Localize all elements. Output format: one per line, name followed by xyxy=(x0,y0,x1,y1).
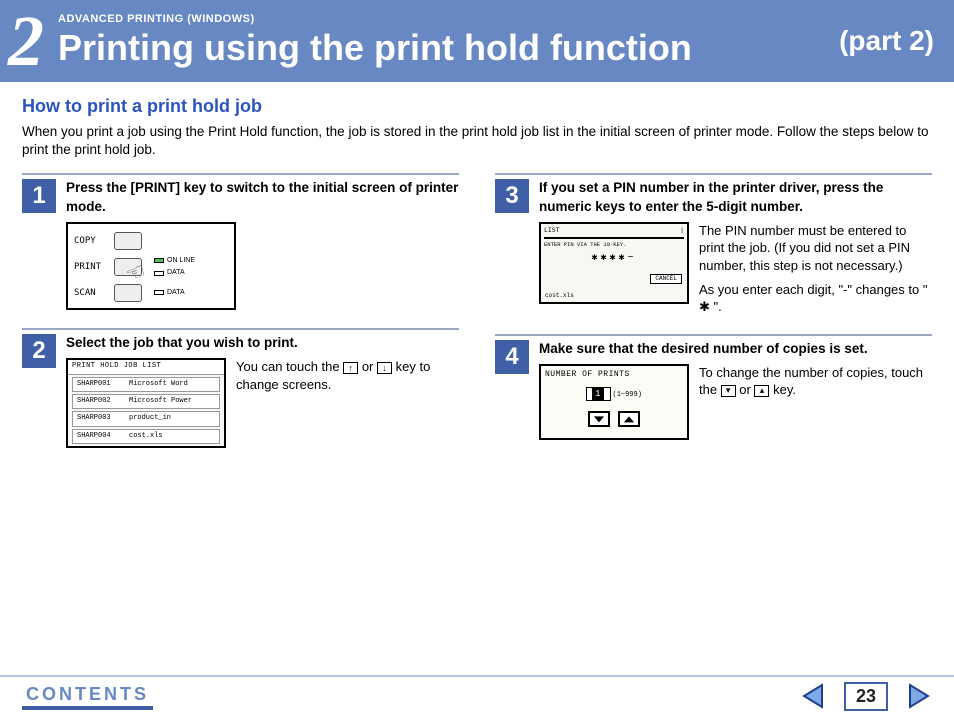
copies-title: NUMBER OF PRINTS xyxy=(545,370,683,381)
list-item: SHARP002Microsoft Power xyxy=(72,394,220,409)
list-item: SHARP003product_in xyxy=(72,411,220,426)
up-key-icon xyxy=(618,411,640,427)
pin-file-label: cost.xls xyxy=(545,292,574,300)
page-title: Printing using the print hold function xyxy=(58,27,839,69)
prev-page-icon[interactable] xyxy=(800,682,828,710)
cancel-button: CANCEL xyxy=(650,274,682,284)
up-arrow-key-icon: ↑ xyxy=(343,362,358,374)
job-list-illustration: PRINT HOLD JOB LIST SHARP001Microsoft Wo… xyxy=(66,358,226,448)
printer-panel-illustration: COPY PRINT ON LINE DATA SCAN xyxy=(66,222,236,310)
step-side-text: You can touch the ↑ or ↓ key to change s… xyxy=(236,358,459,393)
page-footer: CONTENTS 23 xyxy=(0,675,954,715)
intro-paragraph: When you print a job using the Print Hol… xyxy=(22,123,932,159)
step-number: 4 xyxy=(495,340,529,374)
led-icon xyxy=(154,290,164,295)
step-2: 2 Select the job that you wish to print.… xyxy=(22,328,459,448)
chapter-number: 2 xyxy=(8,5,44,77)
list-item: SHARP004cost.xls xyxy=(72,429,220,444)
header-text: ADVANCED PRINTING (WINDOWS) Printing usi… xyxy=(58,13,839,69)
step-number: 3 xyxy=(495,179,529,213)
panel-top-label: LIST xyxy=(544,227,560,236)
header-overline: ADVANCED PRINTING (WINDOWS) xyxy=(58,13,839,25)
pin-display: ✱✱✱✱− xyxy=(544,252,684,266)
led-label: ON LINE xyxy=(167,256,195,265)
pin-entry-illustration: LIST | ENTER PIN VIA THE 10-KEY. ✱✱✱✱− CA… xyxy=(539,222,689,304)
header-part: (part 2) xyxy=(839,25,934,57)
led-icon xyxy=(154,271,164,276)
led-label: DATA xyxy=(167,288,185,297)
copies-value-box: 1 xyxy=(586,387,610,401)
panel-label: COPY xyxy=(74,235,108,247)
pager: 23 xyxy=(800,682,932,711)
step-title: Make sure that the desired number of cop… xyxy=(539,340,932,358)
contents-button[interactable]: CONTENTS xyxy=(22,682,153,710)
page-number: 23 xyxy=(844,682,888,711)
step-side-text: As you enter each digit, "-" changes to … xyxy=(699,281,932,316)
next-page-icon[interactable] xyxy=(904,682,932,710)
step-4: 4 Make sure that the desired number of c… xyxy=(495,334,932,440)
step-title: If you set a PIN number in the printer d… xyxy=(539,179,932,215)
pin-message: ENTER PIN VIA THE 10-KEY. xyxy=(544,241,684,248)
led-label: DATA xyxy=(167,268,185,277)
step-1: 1 Press the [PRINT] key to switch to the… xyxy=(22,173,459,309)
section-subheading: How to print a print hold job xyxy=(22,96,932,117)
list-item: SHARP001Microsoft Word xyxy=(72,377,220,392)
panel-label: SCAN xyxy=(74,287,108,299)
copies-panel-illustration: NUMBER OF PRINTS 1(1~999) xyxy=(539,364,689,440)
up-key-icon: ▴ xyxy=(754,385,769,397)
down-arrow-key-icon: ↓ xyxy=(377,362,392,374)
step-side-text: To change the number of copies, touch th… xyxy=(699,364,932,399)
step-number: 2 xyxy=(22,334,56,368)
panel-label: PRINT xyxy=(74,261,108,273)
down-key-icon xyxy=(588,411,610,427)
step-number: 1 xyxy=(22,179,56,213)
led-icon xyxy=(154,258,164,263)
step-side-text: The PIN number must be entered to print … xyxy=(699,222,932,275)
vbar-icon: | xyxy=(680,227,684,236)
page-header: 2 ADVANCED PRINTING (WINDOWS) Printing u… xyxy=(0,0,954,82)
down-key-icon: ▾ xyxy=(721,385,736,397)
copy-button-icon xyxy=(114,232,142,250)
step-3: 3 If you set a PIN number in the printer… xyxy=(495,173,932,315)
job-list-header: PRINT HOLD JOB LIST xyxy=(68,360,224,374)
copies-range: (1~999) xyxy=(613,391,642,399)
step-title: Press the [PRINT] key to switch to the i… xyxy=(66,179,459,215)
step-title: Select the job that you wish to print. xyxy=(66,334,459,352)
